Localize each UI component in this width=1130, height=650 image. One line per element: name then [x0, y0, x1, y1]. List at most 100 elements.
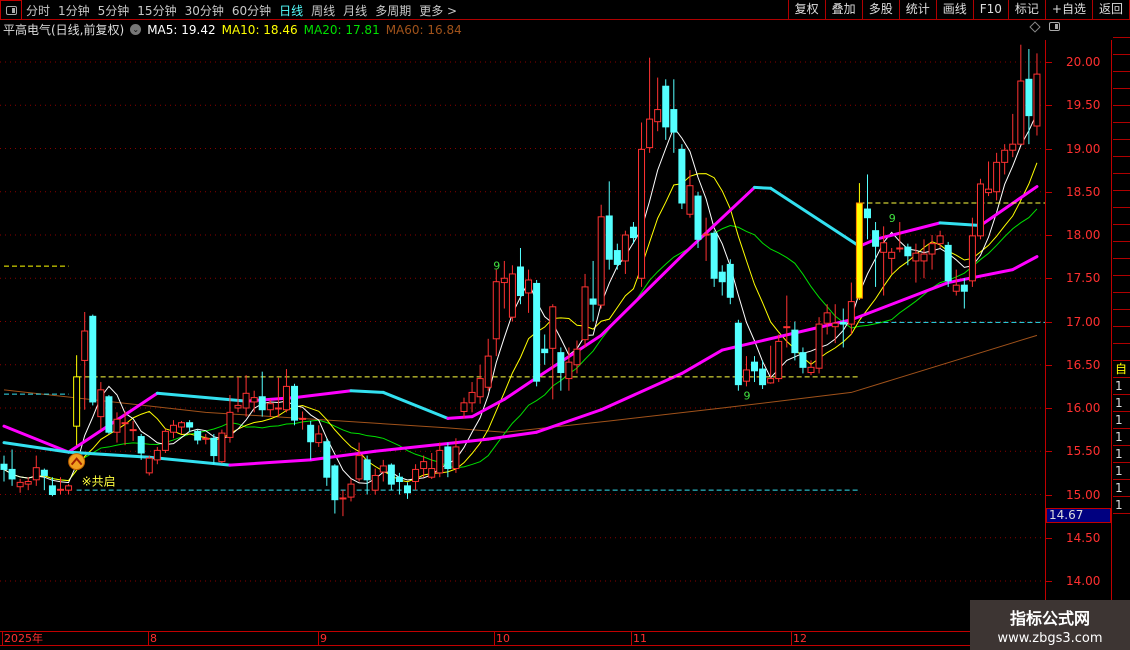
price-label: 20.00 [1066, 55, 1101, 69]
candle-body [404, 485, 411, 494]
strip-cell[interactable] [1113, 157, 1130, 174]
price-label: 17.50 [1066, 271, 1101, 286]
candle-body [799, 352, 807, 368]
period-tab[interactable]: 日线 [279, 2, 303, 19]
price-label: 15.50 [1066, 444, 1101, 459]
tool-button[interactable]: 复权 [787, 0, 825, 20]
ma5-value: MA5: 19.42 [147, 22, 216, 37]
candle-body [928, 243, 936, 255]
candle-body [234, 404, 242, 409]
panel-toggle-button[interactable] [0, 0, 22, 20]
tool-button[interactable]: 标记 [1007, 0, 1045, 20]
candle-body [412, 468, 420, 483]
date-label: 8 [148, 632, 157, 646]
band-upper-line [293, 389, 353, 400]
strip-cell[interactable] [1113, 21, 1130, 38]
candle-body [815, 323, 823, 369]
candle-body [444, 446, 452, 470]
candle-body [65, 485, 73, 491]
strip-cell[interactable] [1113, 55, 1130, 72]
period-tab[interactable]: 更多 > [419, 2, 457, 19]
strip-cell[interactable] [1113, 327, 1130, 344]
strip-cell[interactable] [1113, 259, 1130, 276]
candle-body [387, 464, 395, 485]
strip-cell[interactable]: 自 [1113, 361, 1130, 378]
period-tab[interactable]: 30分钟 [185, 2, 224, 19]
strip-cell[interactable] [1113, 106, 1130, 123]
td-count-marker: 9 [889, 212, 896, 225]
candle-body [1025, 78, 1033, 117]
panel-icon[interactable] [1049, 22, 1060, 31]
candle-body [936, 235, 944, 245]
period-tab[interactable]: 月线 [343, 2, 367, 19]
band-upper-line [470, 397, 506, 419]
candlestick-chart[interactable]: 9 9 9 ※共启 [0, 0, 1045, 632]
strip-cell[interactable]: 1 [1113, 429, 1130, 446]
period-tab[interactable]: 15分钟 [137, 2, 176, 19]
strip-cell[interactable] [1113, 310, 1130, 327]
candle-body [194, 430, 202, 441]
candle-body [89, 315, 97, 403]
tool-button[interactable]: 返回 [1091, 0, 1130, 20]
period-tab[interactable]: 1分钟 [58, 2, 90, 19]
candle-body [783, 326, 791, 329]
strip-cell[interactable]: 1 [1113, 497, 1130, 514]
tool-button[interactable]: F10 [972, 0, 1008, 20]
period-tab[interactable]: 5分钟 [98, 2, 130, 19]
candle-body [1033, 73, 1041, 127]
candle-body [468, 391, 476, 404]
band-upper-line [769, 186, 861, 248]
strip-cell[interactable] [1113, 174, 1130, 191]
candle-body [767, 378, 775, 384]
strip-cell[interactable]: 1 [1113, 412, 1130, 429]
tool-button[interactable]: 多股 [861, 0, 899, 20]
candle-body [105, 396, 113, 433]
period-tab[interactable]: 60分钟 [232, 2, 271, 19]
dropdown-icon[interactable]: ⌄ [130, 24, 142, 35]
candle-body [210, 437, 218, 457]
strip-cell[interactable] [1113, 140, 1130, 157]
panel-icon [5, 5, 17, 15]
band-upper-line [155, 391, 248, 403]
tool-button[interactable]: 统计 [898, 0, 936, 20]
strip-cell[interactable]: 1 [1113, 480, 1130, 497]
candle-body [863, 208, 871, 219]
period-tab[interactable]: 周线 [311, 2, 335, 19]
diamond-icon[interactable] [1029, 20, 1041, 33]
strip-cell[interactable]: 1 [1113, 446, 1130, 463]
candle-body [742, 369, 750, 382]
candle-body [420, 461, 428, 470]
strip-cell[interactable] [1113, 225, 1130, 242]
candle-body [993, 161, 1001, 193]
strip-cell[interactable] [1113, 242, 1130, 259]
strip-cell[interactable]: 1 [1113, 378, 1130, 395]
price-label: 15.00 [1066, 487, 1101, 502]
strip-cell[interactable] [1113, 89, 1130, 106]
strip-cell[interactable] [1113, 191, 1130, 208]
candle-body [331, 465, 339, 501]
tool-button[interactable]: 画线 [935, 0, 973, 20]
candle-body [726, 263, 734, 298]
strip-cell[interactable] [1113, 276, 1130, 293]
candle-body [307, 424, 315, 443]
candle-body [638, 148, 646, 279]
period-tab[interactable]: 多周期 [375, 2, 411, 19]
candle-body [363, 459, 371, 481]
candle-body [541, 348, 549, 354]
strip-cell[interactable] [1113, 72, 1130, 89]
tool-button[interactable]: 叠加 [824, 0, 862, 20]
strip-cell[interactable]: 1 [1113, 463, 1130, 480]
strip-cell[interactable] [1113, 38, 1130, 55]
candle-body [40, 469, 48, 476]
strip-cell[interactable] [1113, 208, 1130, 225]
candle-body [912, 252, 920, 262]
candle-body [484, 355, 492, 388]
strip-cell[interactable] [1113, 344, 1130, 361]
tool-button[interactable]: +自选 [1044, 0, 1092, 20]
strip-cell[interactable]: 1 [1113, 395, 1130, 412]
watermark-title: 指标公式网 [1009, 609, 1090, 628]
axis-tick [1046, 451, 1052, 453]
strip-cell[interactable] [1113, 293, 1130, 310]
period-tab[interactable]: 分时 [26, 2, 50, 19]
strip-cell[interactable] [1113, 123, 1130, 140]
